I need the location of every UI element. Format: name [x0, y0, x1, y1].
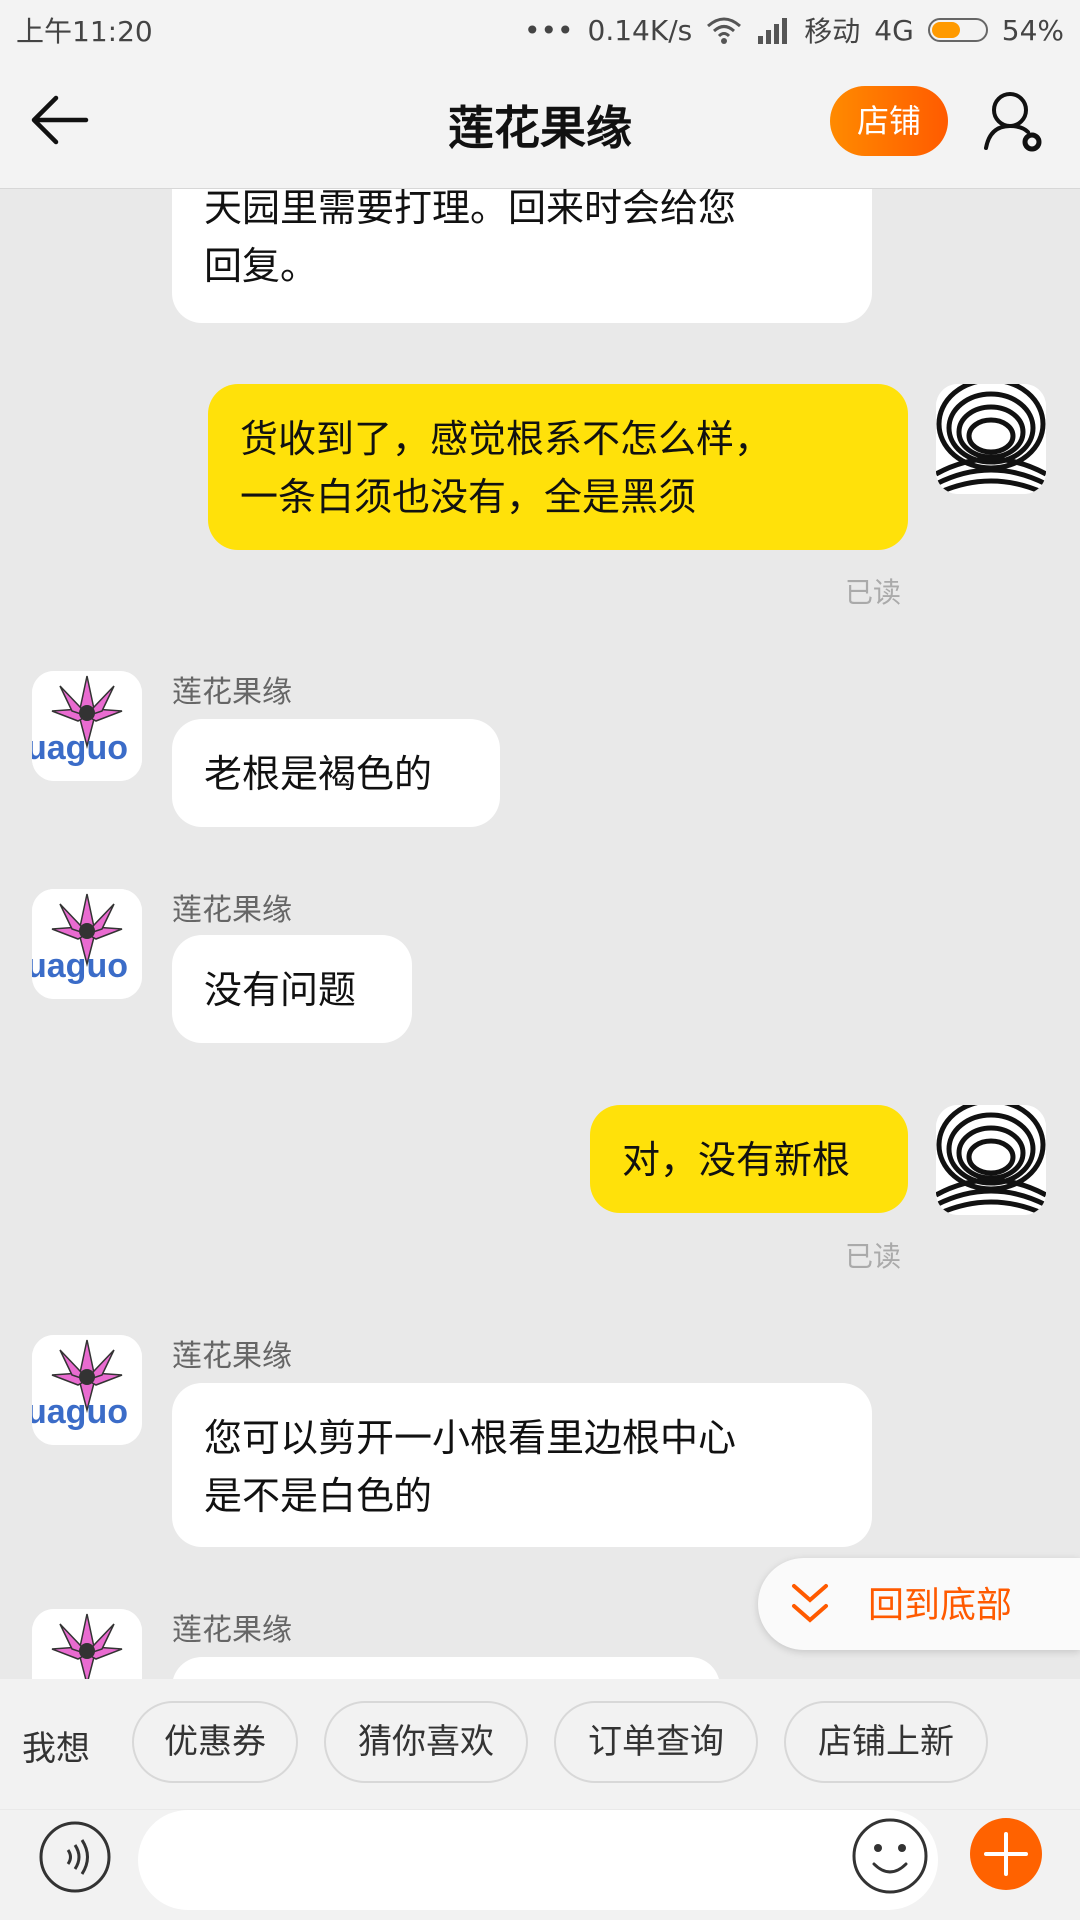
battery-fill [931, 22, 960, 38]
chat-header: 莲花果缘 店铺 [0, 56, 1080, 189]
chip-new-arrivals[interactable]: 店铺上新 [784, 1701, 988, 1783]
message-line: 对，没有新根 [622, 1138, 851, 1182]
wifi-icon [707, 17, 742, 44]
input-bar [0, 1810, 1080, 1920]
shop-button[interactable]: 店铺 [830, 86, 948, 156]
avatar-logo-text: uaguo [32, 1393, 128, 1431]
avatar-pattern-icon [936, 1105, 1046, 1215]
message-line: 货收到了，感觉根系不怎么样， [240, 417, 773, 461]
battery-icon [927, 18, 988, 42]
chip-order-query[interactable]: 订单查询 [554, 1701, 758, 1783]
status-battery: 54% [1001, 13, 1064, 47]
shop-avatar[interactable]: uaguo [32, 671, 142, 781]
my-avatar[interactable] [936, 1105, 1046, 1215]
quick-reply-bar: 我想 优惠券 猜你喜欢 订单查询 店铺上新 [0, 1679, 1080, 1809]
chat-area[interactable]: 天园里需要打理。回来时会给您 回复。 货收到了，感觉根系不怎么样， 一条白须也没… [0, 189, 1080, 1679]
scroll-to-bottom-button[interactable]: 回到底部 [758, 1558, 1080, 1650]
message-line: 老根是褐色的 [204, 752, 433, 796]
message-line: 您可以剪开一小根看里边根中心 [204, 1416, 737, 1460]
shop-avatar[interactable]: uaguo [32, 889, 142, 999]
message-bubble-in[interactable]: 您可以剪开一小根看里边根中心 是不是白色的 [172, 1383, 872, 1547]
emoji-icon[interactable] [850, 1816, 930, 1896]
sender-name: 莲花果缘 [172, 893, 292, 928]
message-bubble-in[interactable] [172, 1657, 720, 1679]
message-bubble-in[interactable]: 天园里需要打理。回来时会给您 回复。 [172, 189, 872, 323]
status-right: ••• 0.14K/s 移动 4G 54% [524, 10, 1064, 50]
shop-avatar[interactable] [32, 1609, 142, 1679]
my-avatar[interactable] [936, 384, 1046, 494]
message-bubble-in[interactable]: 没有问题 [172, 935, 412, 1043]
avatar-logo-text: uaguo [32, 947, 128, 985]
message-bubble-in[interactable]: 老根是褐色的 [172, 719, 500, 827]
status-dots: ••• [523, 13, 574, 47]
user-settings-icon[interactable] [980, 86, 1050, 156]
status-time: 上午11:20 [16, 15, 153, 48]
message-bubble-out[interactable]: 对，没有新根 [590, 1105, 908, 1213]
scroll-to-bottom-label: 回到底部 [868, 1585, 1013, 1626]
message-line: 是不是白色的 [204, 1474, 433, 1518]
message-line: 没有问题 [204, 968, 357, 1012]
plus-icon[interactable] [968, 1816, 1044, 1892]
chip-guess-you-like[interactable]: 猜你喜欢 [324, 1701, 528, 1783]
signal-icon [758, 18, 788, 44]
message-line: 一条白须也没有，全是黑须 [240, 475, 697, 519]
read-status: 已读 [845, 1240, 902, 1273]
status-carrier: 移动 [804, 15, 861, 48]
sender-name: 莲花果缘 [172, 1613, 292, 1648]
sender-name: 莲花果缘 [172, 1339, 292, 1374]
message-line: 回复。 [204, 244, 319, 288]
status-network: 4G [874, 13, 914, 47]
message-line: 天园里需要打理。回来时会给您 [204, 189, 737, 230]
voice-icon[interactable] [38, 1820, 112, 1894]
lotus-logo-icon [32, 1609, 142, 1679]
message-input[interactable] [138, 1810, 938, 1910]
message-bubble-out[interactable]: 货收到了，感觉根系不怎么样， 一条白须也没有，全是黑须 [208, 384, 908, 550]
double-chevron-down-icon [792, 1584, 828, 1623]
status-speed: 0.14K/s [587, 13, 693, 47]
avatar-pattern-icon [936, 384, 1046, 494]
chip-coupon[interactable]: 优惠券 [132, 1701, 298, 1783]
quick-label: 我想 [22, 1729, 90, 1769]
status-bar: 上午11:20 ••• 0.14K/s 移动 4G 54% [0, 0, 1080, 56]
sender-name: 莲花果缘 [172, 675, 292, 710]
avatar-logo-text: uaguo [32, 729, 128, 767]
shop-avatar[interactable]: uaguo [32, 1335, 142, 1445]
read-status: 已读 [845, 576, 902, 609]
